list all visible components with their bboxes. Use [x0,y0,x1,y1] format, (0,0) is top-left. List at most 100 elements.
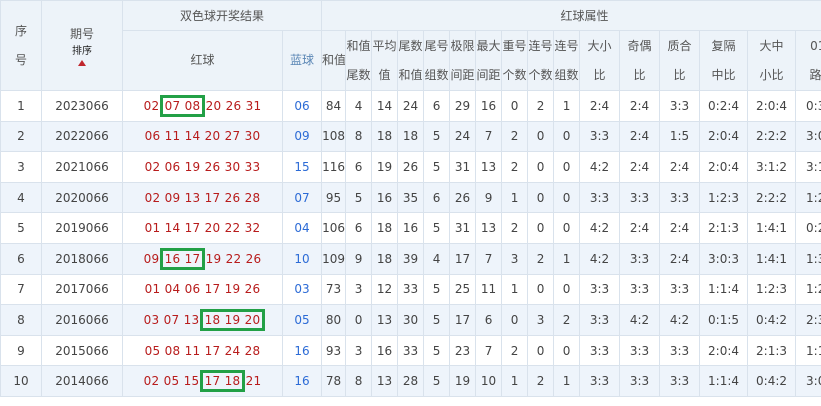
attr-cell: 2:0:4 [699,120,749,153]
row-number: 1 [0,90,42,122]
attr-cell: 2:4 [659,242,701,275]
header-attr-text: 比 [673,67,686,82]
header-attr-text: 小比 [759,67,784,82]
attr-cell: 3:3 [659,90,701,122]
attr-cell: 0:3:3 [795,90,821,122]
header-attr-col: 尾数 和值 [397,30,425,91]
attr-cell: 3 [345,273,373,306]
red-ball-number: 05 [163,374,180,389]
header-attr-col: 尾号 组数 [423,30,451,91]
period-cell: 2017066 [41,273,123,306]
attr-cell: 1:5 [659,120,701,153]
red-ball-number: 26 [225,98,242,113]
attr-cell: 2:4 [659,151,701,183]
attr-cell: 4:2 [579,242,621,275]
header-attr-col: 大小比 [579,30,621,91]
attr-cell: 2:0:4 [699,334,749,367]
highlight-box: 16 17 [159,247,206,270]
red-ball-number: 19 [205,251,222,266]
attr-cell: 16 [371,334,399,367]
attr-cell: 3:3 [619,242,661,275]
attr-cell: 93 [321,334,347,367]
blue-ball-cell: 10 [281,242,323,275]
attr-cell: 1 [553,90,581,122]
attr-cell: 0 [527,212,555,244]
attr-cell: 7 [475,334,503,367]
attr-cell: 0 [553,273,581,306]
header-attr-text: 平均 [372,38,397,53]
highlight-box: 18 19 20 [199,308,266,331]
red-ball-number: 33 [244,159,261,174]
attr-cell: 8 [345,120,373,153]
header-attr-text: 复隔 [711,38,736,53]
header-attr-text: 和值 [322,53,346,67]
period-cell: 2022066 [41,120,123,153]
attr-cell: 80 [321,304,347,336]
red-ball-number: 20 [204,129,221,144]
header-attr-col: 和值 [321,30,347,91]
attr-cell: 0 [553,212,581,244]
attr-cell: 1 [553,242,581,275]
attr-cell: 1:4:1 [747,242,797,275]
attr-cell: 1:3:2 [795,242,821,275]
red-ball-number: 08 [184,98,201,113]
attr-cell: 3:3 [659,273,701,306]
row-number: 6 [0,242,42,275]
row-number: 4 [0,181,42,214]
attr-cell: 5 [423,212,451,244]
period-label: 期号 [69,26,94,41]
header-attr-col: 连号 组数 [553,30,581,91]
red-ball-number: 07 [164,98,181,113]
attr-cell: 3:3 [579,365,621,397]
blue-ball-cell: 03 [281,273,323,306]
attr-cell: 4:2 [579,212,621,244]
header-attr-text: 间距 [450,67,475,82]
blue-ball-cell: 09 [281,120,323,153]
attr-cell: 9 [475,181,503,214]
sort-arrow-icon [78,59,86,66]
attr-cell: 2:4 [619,120,661,153]
red-ball-number: 30 [224,159,241,174]
attr-cell: 13 [475,151,503,183]
attr-cell: 2:1:3 [747,334,797,367]
attr-cell: 1 [501,273,529,306]
attr-cell: 116 [321,151,347,183]
red-ball-number: 17 [204,374,221,389]
attr-cell: 33 [397,273,425,306]
attr-cell: 0 [527,273,555,306]
red-ball-number: 15 [183,374,200,389]
red-balls-cell: 01 14 17 20 22 32 [122,212,283,244]
red-balls-cell: 02 05 15 17 18 21 [122,365,283,397]
table-row: 2 2022066 06 11 14 20 27 30 09 108 8 18 18 5 24 7 2… [0,120,821,153]
attr-cell: 5 [423,304,451,336]
attr-cell: 3:3 [579,273,621,306]
attr-cell: 10 [475,365,503,397]
attr-cell: 33 [397,334,425,367]
red-balls-cell: 01 04 06 17 19 26 [122,273,283,306]
attr-cell: 3 [501,242,529,275]
period-cell: 2014066 [41,365,123,397]
attr-cell: 3:3 [659,365,701,397]
red-ball-number: 03 [143,312,160,327]
attr-cell: 19 [371,151,399,183]
attr-cell: 5 [423,365,451,397]
red-ball-number: 11 [184,343,201,358]
header-blue-ball: 蓝球 [281,30,323,91]
red-balls-cell: 02 09 13 17 26 28 [122,181,283,214]
red-ball-number: 02 [144,190,161,205]
header-attr-text: 重号 [502,38,527,53]
sort-button[interactable]: 排序 [72,46,92,70]
red-ball-number: 16 [164,251,181,266]
red-ball-number: 01 [144,282,161,297]
highlight-box: 07 08 [159,94,206,117]
red-ball-number: 26 [204,159,221,174]
attr-cell: 3:3 [579,120,621,153]
red-balls-cell: 03 07 13 18 19 20 [122,304,283,336]
red-ball-number: 19 [184,159,201,174]
attr-cell: 1 [553,365,581,397]
header-attr-text: 最大 [476,38,501,53]
table-row: 8 2016066 03 07 13 18 19 20 05 80 0 13 30 5 17 6 0 3… [0,304,821,336]
attr-cell: 1:2:3 [795,273,821,306]
header-attr-text: 组数 [424,67,449,82]
attr-cell: 78 [321,365,347,397]
